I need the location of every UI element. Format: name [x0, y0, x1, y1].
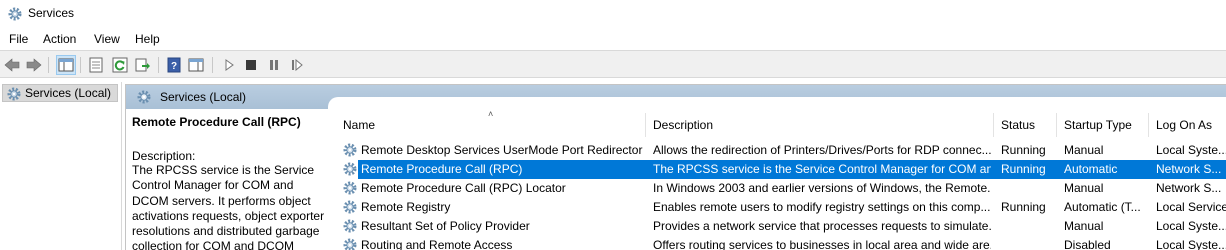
cell-startup-type: Manual — [1064, 219, 1104, 233]
cell-startup-type: Automatic (T... — [1064, 200, 1141, 214]
cell-status: Running — [1001, 162, 1046, 176]
window-title: Services — [28, 6, 75, 20]
services-pane: Services (Local) Remote Procedure Call (… — [125, 84, 1226, 250]
gear-icon — [7, 87, 21, 101]
resume-service-icon[interactable] — [287, 55, 307, 75]
cell-log-on-as: Local Syste... — [1156, 219, 1226, 233]
cell-log-on-as: Local Service — [1156, 200, 1226, 214]
export-list-icon[interactable] — [133, 55, 153, 75]
cell-startup-type: Manual — [1064, 181, 1104, 195]
cell-name: Resultant Set of Policy Provider — [361, 219, 530, 233]
start-service-icon[interactable] — [219, 55, 239, 75]
table-row[interactable]: Remote Procedure Call (RPC) Locator In Wi… — [336, 179, 1226, 198]
properties-icon[interactable] — [86, 55, 106, 75]
gear-icon — [137, 90, 151, 104]
gear-icon — [8, 7, 22, 21]
stop-service-icon[interactable] — [241, 55, 261, 75]
tree-item-label: Services (Local) — [25, 86, 112, 100]
toolbar: ? — [0, 50, 1226, 78]
cell-description: Provides a network service that processe… — [653, 219, 991, 233]
description-text: The RPCSS service is the Service Control… — [132, 163, 325, 250]
forward-arrow-icon[interactable] — [24, 55, 44, 75]
table-row[interactable]: Routing and Remote Access Offers routing … — [336, 236, 1226, 250]
svg-text:?: ? — [171, 61, 177, 72]
column-header-log-on-as[interactable]: Log On As — [1149, 113, 1226, 137]
table-row[interactable]: Remote Desktop Services UserMode Port Re… — [336, 141, 1226, 160]
description-panel: Remote Procedure Call (RPC) Description:… — [132, 115, 328, 250]
cell-name: Remote Procedure Call (RPC) — [361, 162, 523, 176]
cell-status: Running — [1001, 200, 1046, 214]
service-name: Remote Procedure Call (RPC) — [132, 115, 301, 129]
menu-bar: File Action View Help — [0, 28, 1226, 50]
cell-name: Routing and Remote Access — [361, 238, 513, 250]
table-row[interactable]: Remote Procedure Call (RPC) The RPCSS ser… — [336, 160, 1226, 179]
cell-log-on-as: Local Syste... — [1156, 143, 1226, 157]
cell-name: Remote Procedure Call (RPC) Locator — [361, 181, 566, 195]
tree-item-services-local[interactable]: Services (Local) — [2, 84, 118, 102]
menu-file[interactable]: File — [9, 32, 28, 46]
pause-service-icon[interactable] — [264, 55, 284, 75]
back-arrow-icon[interactable] — [2, 55, 22, 75]
menu-action[interactable]: Action — [43, 32, 76, 46]
title-bar: Services — [0, 0, 1226, 28]
column-header-description[interactable]: Description — [646, 113, 994, 137]
column-header-status[interactable]: Status — [994, 113, 1057, 137]
pane-header: Services (Local) — [126, 85, 1226, 109]
cell-description: Allows the redirection of Printers/Drive… — [653, 143, 991, 157]
service-gear-icon — [342, 218, 358, 234]
service-gear-icon — [342, 161, 358, 177]
cell-name: Remote Registry — [361, 200, 451, 214]
console-tree-icon[interactable] — [56, 55, 76, 75]
cell-status: Running — [1001, 143, 1046, 157]
cell-startup-type: Manual — [1064, 143, 1104, 157]
service-gear-icon — [342, 142, 358, 158]
cell-startup-type: Disabled — [1064, 238, 1111, 250]
service-gear-icon — [342, 199, 358, 215]
cell-name: Remote Desktop Services UserMode Port Re… — [361, 143, 643, 157]
cell-description: Offers routing services to businesses in… — [653, 238, 991, 250]
cell-description: In Windows 2003 and earlier versions of … — [653, 181, 991, 195]
menu-view[interactable]: View — [94, 32, 120, 46]
pane-header-title: Services (Local) — [160, 90, 247, 104]
cell-description: Enables remote users to modify registry … — [653, 200, 991, 214]
service-gear-icon — [342, 237, 358, 250]
column-header-startup-type[interactable]: Startup Type — [1057, 113, 1149, 137]
cell-log-on-as: Network S... — [1156, 181, 1222, 195]
column-header-name[interactable]: Name — [336, 113, 646, 137]
menu-help[interactable]: Help — [135, 32, 160, 46]
cell-log-on-as: Network S... — [1156, 162, 1222, 176]
services-table: ˄ Name Description Status Startup Type L… — [336, 109, 1226, 250]
show-hide-icon[interactable] — [186, 55, 206, 75]
table-row[interactable]: Remote Registry Enables remote users to m… — [336, 198, 1226, 217]
help-icon[interactable]: ? — [164, 55, 184, 75]
service-gear-icon — [342, 180, 358, 196]
console-tree: Services (Local) — [0, 82, 122, 250]
description-label: Description: — [132, 149, 196, 163]
cell-startup-type: Automatic — [1064, 162, 1118, 176]
refresh-icon[interactable] — [110, 55, 130, 75]
cell-description: The RPCSS service is the Service Control… — [653, 162, 991, 176]
table-row[interactable]: Resultant Set of Policy Provider Provides… — [336, 217, 1226, 236]
cell-log-on-as: Local Syste... — [1156, 238, 1226, 250]
